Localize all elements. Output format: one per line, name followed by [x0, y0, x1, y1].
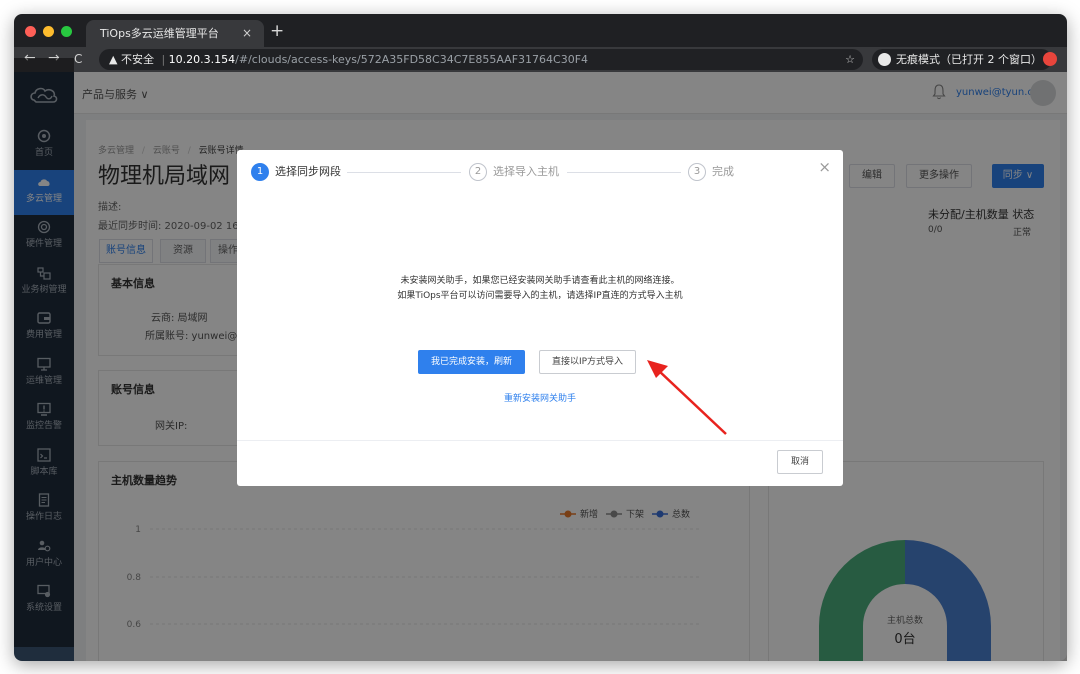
sidebar-mask	[14, 58, 74, 647]
step-connector	[567, 172, 681, 173]
step-2-number: 2	[469, 163, 487, 181]
modal-footer-divider	[237, 440, 843, 441]
step-1-number: 1	[251, 163, 269, 181]
refresh-button[interactable]: 我已完成安装，刷新	[418, 350, 525, 374]
message-line-1: 未安装网关助手，如果您已经安装网关助手请查看此主机的网络连接。	[400, 276, 680, 286]
step-3: 3 完成	[688, 163, 734, 181]
step-2: 2 选择导入主机	[469, 163, 559, 181]
step-2-label: 选择导入主机	[493, 165, 559, 178]
step-3-label: 完成	[712, 165, 734, 178]
close-icon[interactable]: ×	[818, 158, 831, 176]
step-connector	[347, 172, 461, 173]
sync-modal: 1 选择同步网段 2 选择导入主机 3 完成 × 未安装网关助手，如果您已经安装网关助…	[237, 150, 843, 486]
step-3-number: 3	[688, 163, 706, 181]
step-1: 1 选择同步网段	[251, 163, 341, 181]
message-line-2: 如果TiOps平台可以访问需要导入的主机，请选择IP直连的方式导入主机	[397, 291, 683, 301]
reinstall-gateway-link[interactable]: 重新安装网关助手	[237, 391, 843, 404]
import-by-ip-button[interactable]: 直接以IP方式导入	[539, 350, 636, 374]
cancel-button[interactable]: 取消	[777, 450, 823, 474]
step-1-label: 选择同步网段	[275, 165, 341, 178]
